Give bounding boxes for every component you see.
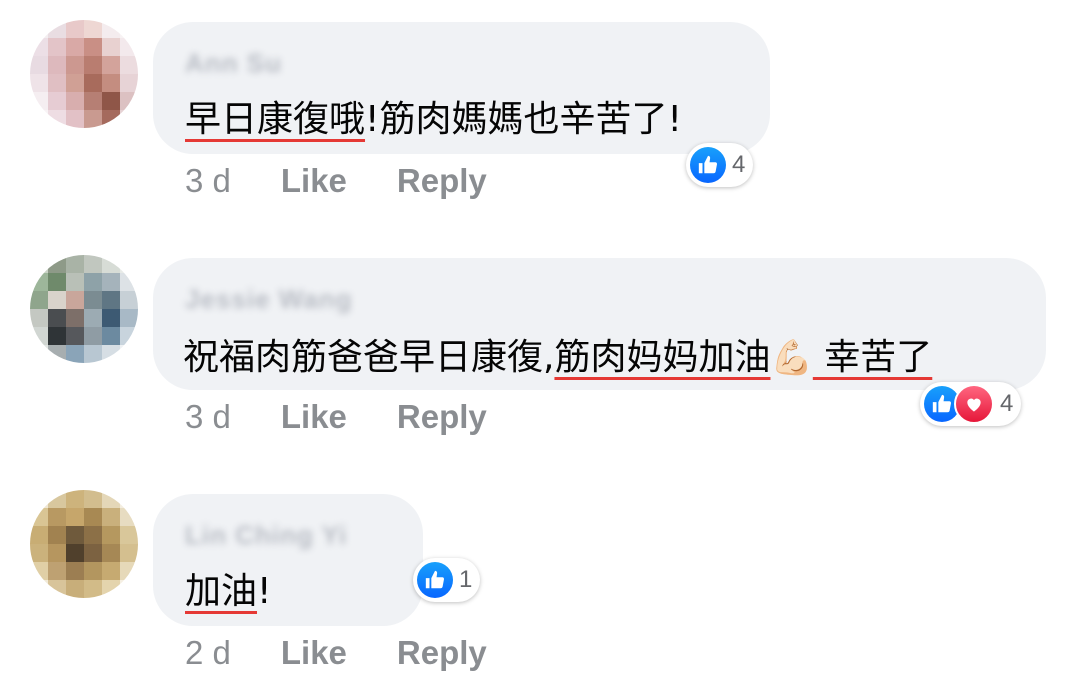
comment-text-rest: !筋肉媽媽也辛苦了! <box>365 99 682 140</box>
flexed-biceps-emoji: 💪🏻 <box>770 338 813 378</box>
author-name[interactable]: Ann Su <box>185 48 282 78</box>
reaction-count: 1 <box>459 566 473 593</box>
reply-button[interactable]: Reply <box>397 634 487 671</box>
comment-bubble[interactable]: Ann Su 早日康復哦!筋肉媽媽也辛苦了! <box>153 22 770 154</box>
reply-button[interactable]: Reply <box>397 398 487 435</box>
like-button[interactable]: Like <box>281 398 347 435</box>
underlined-text-part: 筋肉妈妈加油 <box>554 337 771 378</box>
author-name[interactable]: Jessie Wang <box>185 284 353 314</box>
timestamp[interactable]: 2 d <box>185 634 231 671</box>
comment-bubble[interactable]: Lin Ching Yi 加油! <box>153 494 423 626</box>
comment-text-rest: ! <box>257 571 272 612</box>
like-button[interactable]: Like <box>281 634 347 671</box>
reaction-count: 4 <box>732 151 746 178</box>
author-name[interactable]: Lin Ching Yi <box>185 520 347 550</box>
comment-actions: 2 d Like Reply <box>185 634 537 672</box>
reply-button[interactable]: Reply <box>397 162 487 199</box>
underlined-text: 加油 <box>185 571 258 612</box>
reaction-summary[interactable]: 4 <box>686 143 754 187</box>
comment-bubble[interactable]: Jessie Wang 祝福肉筋爸爸早日康復,筋肉妈妈加油💪🏻 幸苦了 <box>153 258 1046 390</box>
underlined-text: 早日康復哦 <box>185 99 366 140</box>
reaction-summary[interactable]: 4 <box>920 382 1022 426</box>
reaction-summary[interactable]: 1 <box>413 558 481 602</box>
love-icon <box>954 384 994 424</box>
avatar[interactable] <box>30 20 138 128</box>
timestamp[interactable]: 3 d <box>185 162 231 199</box>
comment-actions: 3 d Like Reply <box>185 398 537 436</box>
like-icon <box>417 562 453 598</box>
comment-text-plain: 祝福肉筋爸爸早日康復, <box>183 337 555 378</box>
avatar[interactable] <box>30 490 138 598</box>
like-icon <box>690 147 726 183</box>
comment-text: 早日康復哦!筋肉媽媽也辛苦了! <box>185 90 682 142</box>
timestamp[interactable]: 3 d <box>185 398 231 435</box>
comment-actions: 3 d Like Reply <box>185 162 537 200</box>
reaction-count: 4 <box>1000 390 1014 417</box>
like-button[interactable]: Like <box>281 162 347 199</box>
comment-text: 祝福肉筋爸爸早日康復,筋肉妈妈加油💪🏻 幸苦了 <box>183 328 932 380</box>
underlined-text-part-2: 幸苦了 <box>812 337 933 378</box>
avatar[interactable] <box>30 255 138 363</box>
comment-text: 加油! <box>185 562 271 614</box>
underlined-text: 筋肉妈妈加油💪🏻 幸苦了 <box>554 337 932 378</box>
